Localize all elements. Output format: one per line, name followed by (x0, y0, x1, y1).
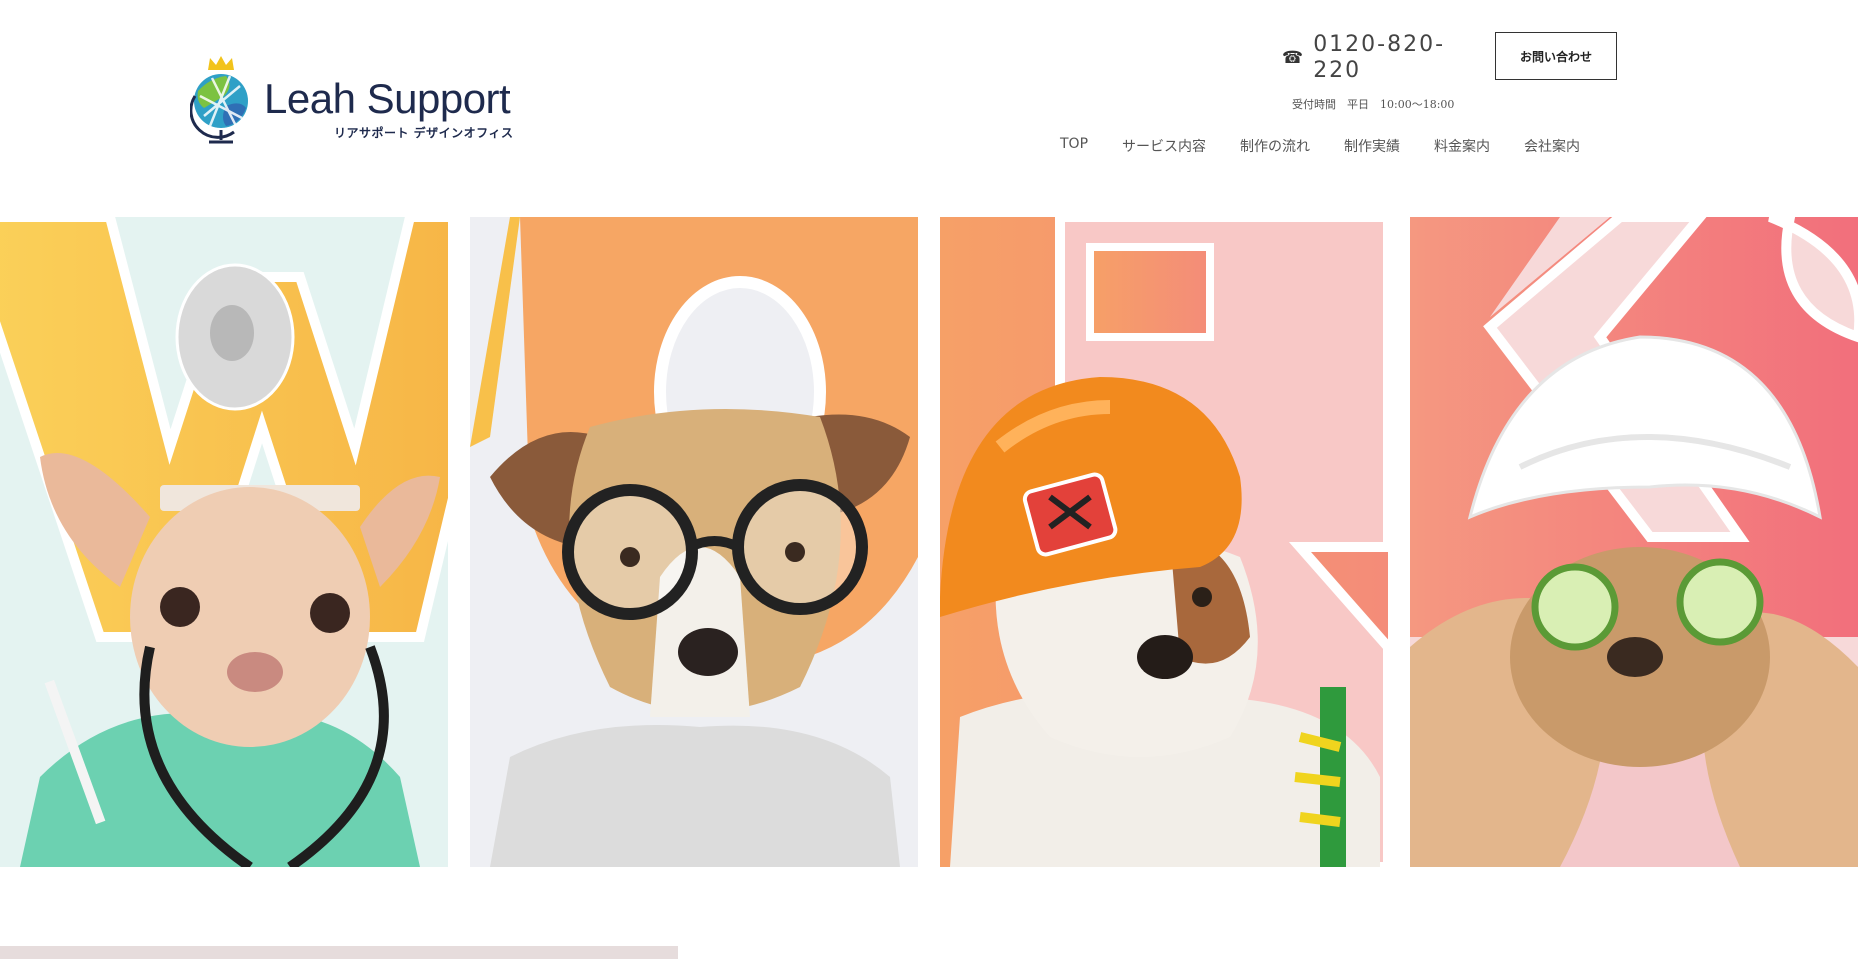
hero-works-banner (0, 217, 1858, 867)
logo-name: Leah Support (264, 75, 511, 122)
globe-crown-icon (189, 56, 252, 148)
hero-panel-doctor-dog (0, 217, 448, 867)
phone-icon: ☎ (1282, 48, 1304, 68)
business-hours: 受付時間 平日 10:00〜18:00 (1292, 98, 1455, 111)
logo-subtitle: リアサポート デザインオフィス (334, 126, 514, 140)
hero-panel-hardhat-dog (940, 217, 1388, 867)
nav-item-company[interactable]: 会社案内 (1524, 136, 1580, 156)
nav-item-pricing[interactable]: 料金案内 (1434, 136, 1490, 156)
contact-info: ☎ 0120-820-220 受付時間 平日 10:00〜18:00 (1282, 32, 1468, 112)
main-nav: TOP サービス内容 制作の流れ 制作実績 料金案内 会社案内 (1060, 136, 1580, 156)
nav-item-top[interactable]: TOP (1060, 136, 1088, 156)
inquiry-button[interactable]: お問い合わせ (1495, 32, 1617, 80)
nav-item-services[interactable]: サービス内容 (1122, 136, 1206, 156)
nav-item-works[interactable]: 制作実績 (1344, 136, 1400, 156)
phone-number[interactable]: 0120-820-220 (1313, 32, 1468, 84)
section-divider-bar (0, 946, 678, 959)
hero-panel-glasses-dog (470, 217, 918, 867)
site-logo[interactable]: Leah Support リアサポート デザインオフィス (189, 56, 514, 148)
nav-item-flow[interactable]: 制作の流れ (1240, 136, 1310, 156)
hero-panel-spa-dog (1410, 217, 1858, 867)
site-header: Leah Support リアサポート デザインオフィス ☎ 0120-820-… (0, 0, 1858, 217)
